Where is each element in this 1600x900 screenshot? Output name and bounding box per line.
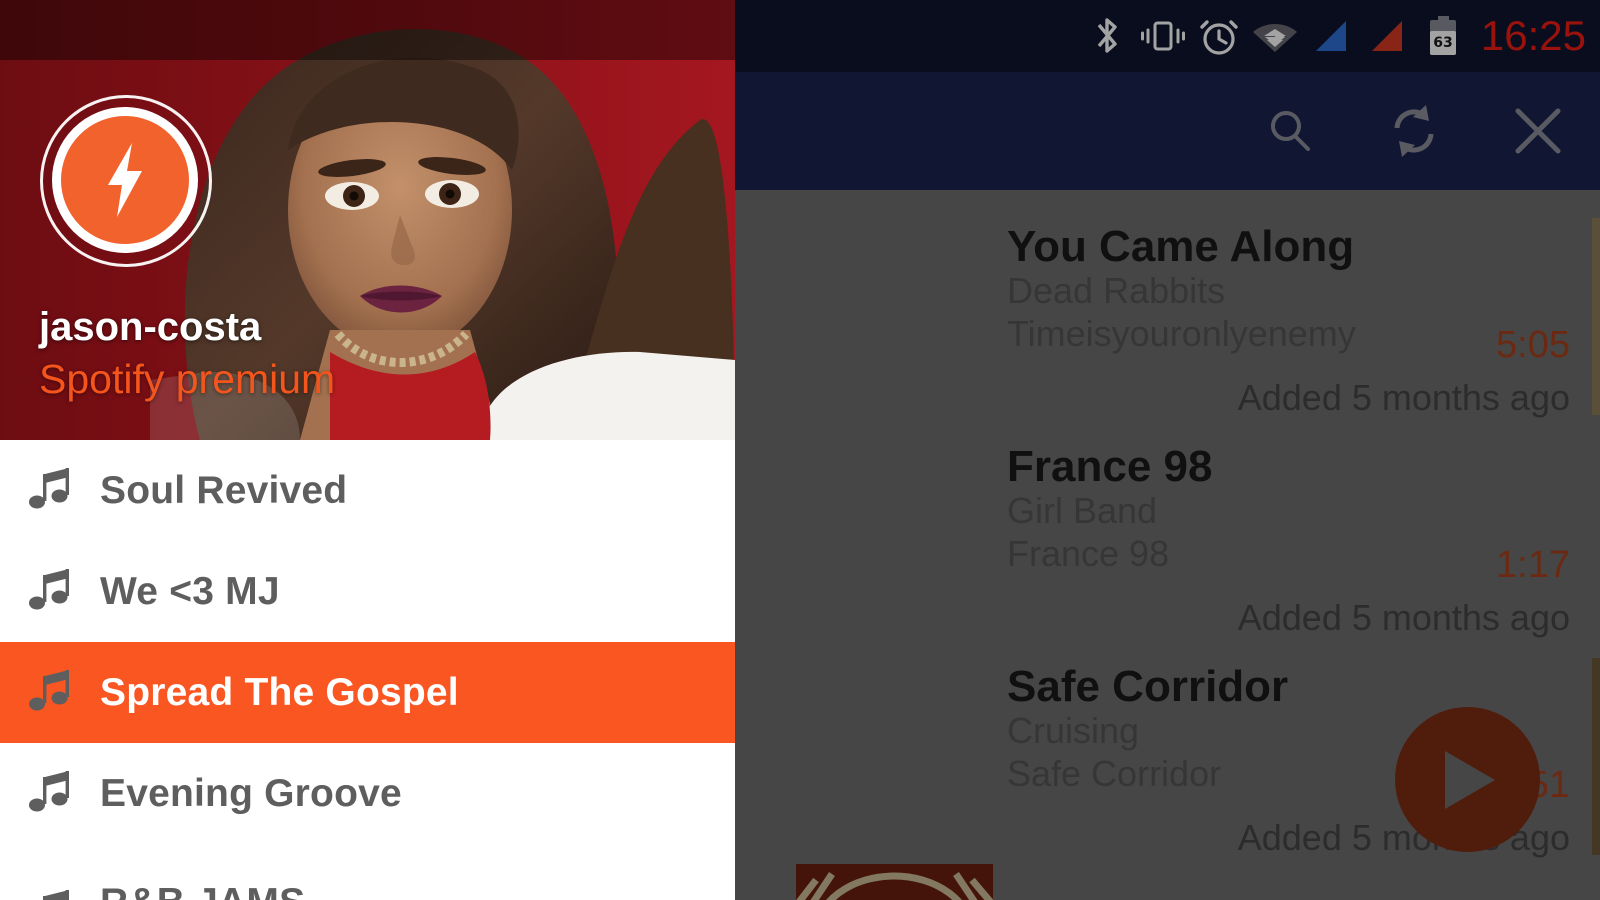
drawer-item-evening-groove[interactable]: Evening Groove <box>0 743 735 844</box>
drawer-header: jason-costa Spotify premium <box>0 0 735 440</box>
drawer-item-soul-revived[interactable]: Soul Revived <box>0 440 735 541</box>
avatar[interactable] <box>40 95 212 267</box>
music-note-icon <box>0 568 100 615</box>
drawer-item-rb-jams[interactable]: R&B JAMS <box>0 844 735 900</box>
account-subtitle: Spotify premium <box>39 356 336 402</box>
drawer-item-label: Spread The Gospel <box>100 670 459 714</box>
drawer-item-spread-the-gospel[interactable]: Spread The Gospel <box>0 642 735 743</box>
navigation-drawer: jason-costa Spotify premium Soul Revived <box>0 0 735 900</box>
drawer-item-label: We <3 MJ <box>100 569 280 613</box>
screen: Dead Rabbits <box>0 0 1600 900</box>
avatar-inner <box>52 107 198 253</box>
account-username: jason-costa <box>39 305 262 349</box>
music-note-icon <box>0 669 100 716</box>
drawer-item-label: Soul Revived <box>100 468 348 512</box>
drawer-item-we-3-mj[interactable]: We <3 MJ <box>0 541 735 642</box>
music-note-icon <box>0 467 100 514</box>
drawer-item-label: Evening Groove <box>100 771 402 815</box>
drawer-item-label: R&B JAMS <box>100 888 305 900</box>
music-note-icon <box>0 890 100 900</box>
bolt-avatar-icon <box>108 143 142 217</box>
drawer-status-shade <box>0 0 735 60</box>
music-note-icon <box>0 770 100 817</box>
drawer-nav-list: Soul Revived We <3 MJ Spread The Gospel … <box>0 440 735 900</box>
